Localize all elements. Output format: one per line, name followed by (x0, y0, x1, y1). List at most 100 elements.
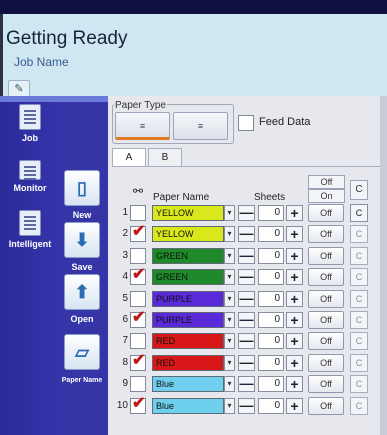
off-toggle[interactable]: Off (308, 396, 344, 415)
decrement-button[interactable]: — (238, 397, 255, 414)
decrement-button[interactable]: — (238, 290, 255, 307)
sheets-field[interactable]: 0 (258, 333, 284, 350)
paper-name-field[interactable]: GREEN (152, 247, 224, 264)
increment-button[interactable]: + (286, 397, 303, 414)
paper-name-field[interactable]: Blue (152, 397, 224, 414)
row-checkbox[interactable]: ✔ (130, 352, 146, 371)
open-button[interactable]: ⬆ Open (60, 274, 104, 324)
decrement-button[interactable]: — (238, 376, 255, 393)
paper-name-field[interactable]: RED (152, 354, 224, 371)
off-toggle[interactable]: Off (308, 268, 344, 287)
row-checkbox[interactable]: ✔ (130, 309, 146, 328)
decrement-button[interactable]: — (238, 247, 255, 264)
chevron-down-icon[interactable]: ▾ (224, 311, 235, 328)
increment-button[interactable]: + (286, 376, 303, 393)
off-toggle[interactable]: Off (308, 332, 344, 351)
chevron-down-icon[interactable]: ▾ (224, 397, 235, 414)
chevron-down-icon[interactable]: ▾ (224, 354, 235, 371)
clear-button[interactable]: C (350, 246, 368, 265)
nav-monitor[interactable]: Monitor (4, 160, 56, 193)
all-on-button[interactable]: On (308, 189, 345, 203)
nav-intelligent[interactable]: Intelligent (2, 210, 58, 249)
off-toggle[interactable]: Off (308, 310, 344, 329)
clear-button[interactable]: C (350, 353, 368, 372)
increment-button[interactable]: + (286, 333, 303, 350)
off-toggle[interactable]: Off (308, 289, 344, 308)
clear-button[interactable]: C (350, 332, 368, 351)
chevron-down-icon[interactable]: ▾ (224, 226, 235, 243)
off-toggle[interactable]: Off (308, 246, 344, 265)
row-checkbox[interactable] (130, 247, 146, 264)
decrement-button[interactable]: — (238, 226, 255, 243)
sheets-field[interactable]: 0 (258, 226, 284, 243)
off-toggle[interactable]: Off (308, 225, 344, 244)
chevron-down-icon[interactable]: ▾ (224, 205, 235, 221)
increment-button[interactable]: + (286, 247, 303, 264)
sheets-field[interactable]: 0 (258, 290, 284, 307)
tab-b[interactable]: B (148, 148, 182, 167)
save-button[interactable]: ⬇ Save (60, 222, 104, 272)
row-checkbox[interactable] (130, 333, 146, 350)
sheets-field[interactable]: 0 (258, 354, 284, 371)
decrement-button[interactable]: — (238, 333, 255, 350)
paper-type-single-button[interactable]: ≡ (115, 112, 170, 140)
paper-name-field[interactable]: YELLOW (152, 205, 224, 221)
clear-button[interactable]: C (350, 204, 368, 222)
chevron-down-icon[interactable]: ▾ (224, 269, 235, 286)
sheets-field[interactable]: 0 (258, 397, 284, 414)
sheets-field[interactable]: 0 (258, 376, 284, 393)
paper-name-field[interactable]: YELLOW (152, 226, 224, 243)
clear-button[interactable]: C (350, 396, 368, 415)
table-row: 3 GREEN ▾ —0 + Off C (112, 246, 380, 267)
decrement-button[interactable]: — (238, 311, 255, 328)
paper-name-field[interactable]: PURPLE (152, 290, 224, 307)
sheets-field[interactable]: 0 (258, 311, 284, 328)
increment-button[interactable]: + (286, 226, 303, 243)
clear-button[interactable]: C (350, 375, 368, 394)
off-toggle[interactable]: Off (308, 204, 344, 222)
paper-name-label: Paper Name (61, 377, 103, 384)
clear-button[interactable]: C (350, 289, 368, 308)
feed-data-checkbox[interactable] (238, 115, 254, 131)
paper-name-field[interactable]: PURPLE (152, 311, 224, 328)
row-number: 6 (122, 313, 128, 325)
chevron-down-icon[interactable]: ▾ (224, 290, 235, 307)
nav-job-label: Job (21, 133, 38, 143)
decrement-button[interactable]: — (238, 269, 255, 286)
sheets-field[interactable]: 0 (258, 247, 284, 264)
decrement-button[interactable]: — (238, 354, 255, 371)
clear-button[interactable]: C (350, 225, 368, 244)
increment-button[interactable]: + (286, 311, 303, 328)
job-name-label: Job Name (14, 55, 69, 69)
row-checkbox[interactable] (130, 290, 146, 307)
off-toggle[interactable]: Off (308, 353, 344, 372)
row-checkbox[interactable]: ✔ (130, 395, 146, 414)
paper-name-button[interactable]: ▱ Paper Name (59, 334, 105, 384)
row-checkbox[interactable] (130, 205, 146, 221)
sheets-field[interactable]: 0 (258, 269, 284, 286)
increment-button[interactable]: + (286, 290, 303, 307)
nav-job[interactable]: Job (4, 104, 56, 143)
increment-button[interactable]: + (286, 269, 303, 286)
paper-name-field[interactable]: GREEN (152, 269, 224, 286)
paper-name-field[interactable]: RED (152, 333, 224, 350)
chevron-down-icon[interactable]: ▾ (224, 333, 235, 350)
row-checkbox[interactable]: ✔ (130, 223, 146, 243)
chevron-down-icon[interactable]: ▾ (224, 247, 235, 264)
clear-all-button[interactable]: C (350, 180, 368, 200)
clear-button[interactable]: C (350, 268, 368, 287)
chevron-down-icon[interactable]: ▾ (224, 376, 235, 393)
all-off-button[interactable]: Off (308, 175, 345, 189)
row-checkbox[interactable] (130, 376, 146, 393)
paper-type-multi-button[interactable]: ≡ (173, 112, 228, 140)
off-toggle[interactable]: Off (308, 375, 344, 394)
tab-a[interactable]: A (112, 148, 146, 167)
paper-name-field[interactable]: Blue (152, 376, 224, 393)
sheets-field[interactable]: 0 (258, 205, 284, 221)
increment-button[interactable]: + (286, 205, 303, 221)
new-button[interactable]: ▯ New (60, 170, 104, 220)
increment-button[interactable]: + (286, 354, 303, 371)
row-checkbox[interactable]: ✔ (130, 266, 146, 286)
clear-button[interactable]: C (350, 310, 368, 329)
decrement-button[interactable]: — (238, 205, 255, 221)
